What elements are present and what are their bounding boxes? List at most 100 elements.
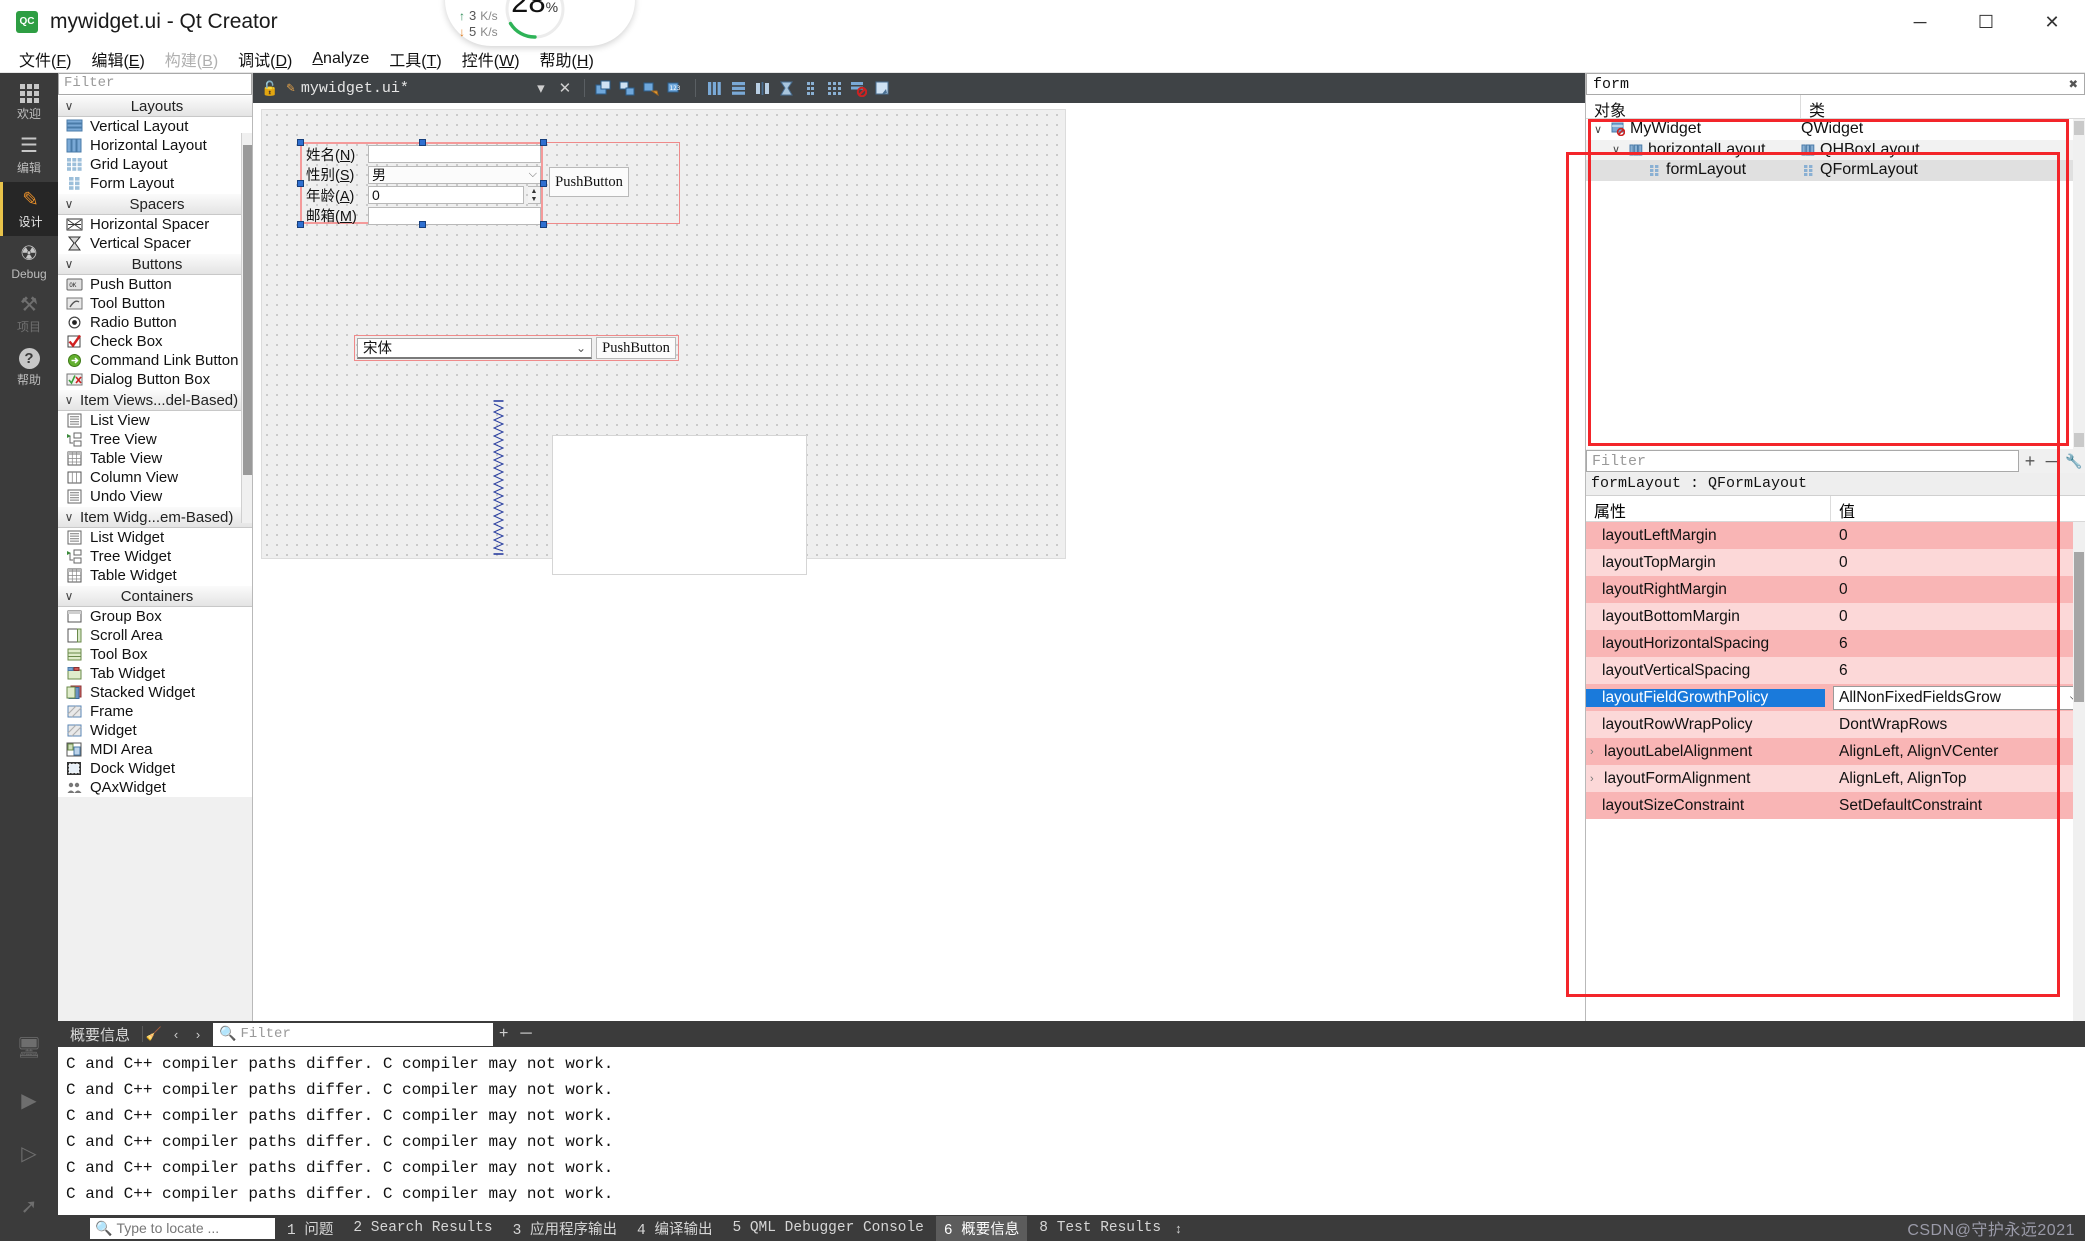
property-value-cell[interactable]: 6 <box>1831 662 2085 680</box>
status-item-2[interactable]: 3 应用程序输出 <box>505 1216 625 1241</box>
widget-item-frame[interactable]: Frame <box>58 702 252 721</box>
status-item-1[interactable]: 2 Search Results <box>345 1218 500 1238</box>
menu-item-4[interactable]: Analyze <box>303 47 378 71</box>
property-row-layoutLeftMargin[interactable]: layoutLeftMargin0 <box>1586 522 2085 549</box>
widget-box-scrollbar[interactable] <box>241 133 252 523</box>
widget-item-mdi-area[interactable]: MDI Area <box>58 740 252 759</box>
form-layout-selected[interactable]: 姓名(N)性别(S)男⌵年龄(A)0▲▼邮箱(M) <box>300 142 543 224</box>
run-icon[interactable]: ▶ <box>21 1088 36 1113</box>
widget-group-Containers[interactable]: ∨Containers <box>58 585 252 607</box>
property-value-cell[interactable]: AlignLeft, AlignVCenter <box>1831 743 2085 761</box>
lock-icon[interactable]: 🔓 <box>261 80 278 97</box>
maximize-button[interactable]: ☐ <box>1953 0 2019 45</box>
object-tree-column-0[interactable]: 对象 <box>1586 95 1801 118</box>
expand-icon[interactable]: › <box>1590 746 1604 758</box>
layout-splitter-h-icon[interactable] <box>753 78 773 98</box>
widget-item-horizontal-spacer[interactable]: Horizontal Spacer <box>58 215 252 234</box>
mode-Debug[interactable]: ☢Debug <box>0 236 58 287</box>
menu-item-0[interactable]: 文件(F) <box>10 44 80 74</box>
close-file-icon[interactable]: ✕ <box>555 78 575 98</box>
vertical-spacer-widget[interactable] <box>493 400 504 555</box>
break-layout-icon[interactable] <box>849 78 869 98</box>
widget-item-undo-view[interactable]: Undo View <box>58 487 252 506</box>
widget-item-group-box[interactable]: Group Box <box>58 607 252 626</box>
widget-item-tool-box[interactable]: Tool Box <box>58 645 252 664</box>
resize-handle-tm[interactable] <box>419 139 426 146</box>
menu-item-1[interactable]: 编辑(E) <box>82 44 153 74</box>
mode-帮助[interactable]: ?帮助 <box>0 341 58 394</box>
widget-item-tree-view[interactable]: Tree View <box>58 430 252 449</box>
status-item-5[interactable]: 6 概要信息 <box>936 1216 1027 1241</box>
status-item-4[interactable]: 5 QML Debugger Console <box>724 1218 931 1238</box>
widget-item-qaxwidget[interactable]: QAxWidget <box>58 778 252 797</box>
menu-item-2[interactable]: 构建(B) <box>156 44 227 74</box>
form-canvas-area[interactable]: 姓名(N)性别(S)男⌵年龄(A)0▲▼邮箱(M) PushButton <box>253 103 1585 1066</box>
layout-grid-icon[interactable] <box>825 78 845 98</box>
property-row-layoutHorizontalSpacing[interactable]: layoutHorizontalSpacing6 <box>1586 630 2085 657</box>
push-button-top[interactable]: PushButton <box>549 167 629 197</box>
widget-item-widget[interactable]: Widget <box>58 721 252 740</box>
object-tree-row-formLayout[interactable]: formLayoutQFormLayout <box>1586 160 2085 181</box>
font-combo-row[interactable]: 宋体 ⌄ PushButton <box>354 335 679 361</box>
build-icon[interactable]: ➚ <box>21 1194 38 1219</box>
chevron-down-icon[interactable]: ∨ <box>1590 123 1606 136</box>
widget-group-Layouts[interactable]: ∨Layouts <box>58 95 252 117</box>
property-value-cell[interactable]: AllNonFixedFieldsGrow⌵ <box>1825 686 2085 710</box>
widget-item-vertical-layout[interactable]: Vertical Layout <box>58 117 252 136</box>
layout-splitter-v-icon[interactable] <box>777 78 797 98</box>
scrollbar-thumb[interactable] <box>243 145 252 475</box>
widget-item-table-widget[interactable]: Table Widget <box>58 566 252 585</box>
spinbox-down-icon[interactable]: ▼ <box>528 195 540 203</box>
output-filter-input[interactable]: 🔍 Filter <box>213 1023 493 1046</box>
edit-signals-slots-icon[interactable] <box>618 78 638 98</box>
property-row-layoutFormAlignment[interactable]: ›layoutFormAlignmentAlignLeft, AlignTop <box>1586 765 2085 792</box>
property-row-layoutSizeConstraint[interactable]: layoutSizeConstraintSetDefaultConstraint <box>1586 792 2085 819</box>
resize-handle-ml[interactable] <box>297 180 304 187</box>
scrollbar-down-arrow[interactable] <box>2074 433 2084 447</box>
property-row-layoutLabelAlignment[interactable]: ›layoutLabelAlignmentAlignLeft, AlignVCe… <box>1586 738 2085 765</box>
menu-item-7[interactable]: 帮助(H) <box>531 44 603 74</box>
status-bar-updown-icon[interactable]: ↕ <box>1175 1221 1182 1236</box>
status-item-3[interactable]: 4 编译输出 <box>629 1216 720 1241</box>
output-remove-button[interactable]: ─ <box>514 1025 537 1043</box>
widget-group-Buttons[interactable]: ∨Buttons <box>58 253 252 275</box>
widget-group-Spacers[interactable]: ∨Spacers <box>58 193 252 215</box>
locator-input[interactable]: 🔍 Type to locate ... <box>90 1218 275 1239</box>
form-field-lineedit-3[interactable] <box>368 207 541 225</box>
push-button-bottom[interactable]: PushButton <box>596 337 676 359</box>
property-column-0[interactable]: 属性 <box>1586 496 1831 521</box>
output-log[interactable]: C and C++ compiler paths differ. C compi… <box>58 1047 2085 1215</box>
widget-item-dock-widget[interactable]: Dock Widget <box>58 759 252 778</box>
property-row-layoutVerticalSpacing[interactable]: layoutVerticalSpacing6 <box>1586 657 2085 684</box>
widget-item-table-view[interactable]: Table View <box>58 449 252 468</box>
property-row-layoutTopMargin[interactable]: layoutTopMargin0 <box>1586 549 2085 576</box>
configure-icon[interactable]: 🔧 <box>2063 453 2085 470</box>
property-row-layoutBottomMargin[interactable]: layoutBottomMargin0 <box>1586 603 2085 630</box>
property-filter-input[interactable]: Filter <box>1586 450 2019 472</box>
menu-item-6[interactable]: 控件(W) <box>453 44 529 74</box>
resize-handle-bm[interactable] <box>419 221 426 228</box>
file-dropdown-icon[interactable]: ▾ <box>531 78 551 98</box>
resize-handle-bl[interactable] <box>297 221 304 228</box>
property-value-cell[interactable]: 0 <box>1831 527 2085 545</box>
property-value-cell[interactable]: SetDefaultConstraint <box>1831 797 2085 815</box>
widget-item-tool-button[interactable]: Tool Button <box>58 294 252 313</box>
property-row-layoutRowWrapPolicy[interactable]: layoutRowWrapPolicyDontWrapRows <box>1586 711 2085 738</box>
widget-item-scroll-area[interactable]: Scroll Area <box>58 626 252 645</box>
form-field-combobox-1[interactable]: 男⌵ <box>368 166 541 184</box>
minimize-button[interactable]: ─ <box>1887 0 1953 45</box>
mode-项目[interactable]: ⚒项目 <box>0 287 58 341</box>
object-tree-column-1[interactable]: 类 <box>1801 95 1833 118</box>
widget-item-radio-button[interactable]: Radio Button <box>58 313 252 332</box>
widget-item-check-box[interactable]: Check Box <box>58 332 252 351</box>
widget-group-Item Views...del-Based)[interactable]: ∨Item Views...del-Based) <box>58 389 252 411</box>
status-item-6[interactable]: 8 Test Results <box>1031 1218 1169 1238</box>
layout-vertical-icon[interactable] <box>729 78 749 98</box>
layout-form-icon[interactable] <box>801 78 821 98</box>
spinbox-buttons-2[interactable]: ▲▼ <box>528 186 541 204</box>
object-inspector-filter[interactable]: form ✖ <box>1586 73 2085 95</box>
font-combobox[interactable]: 宋体 ⌄ <box>357 338 592 359</box>
mode-编辑[interactable]: ☰编辑 <box>0 128 58 182</box>
property-value-cell[interactable]: DontWrapRows <box>1831 716 2085 734</box>
broom-icon[interactable]: 🧹 <box>143 1026 165 1042</box>
